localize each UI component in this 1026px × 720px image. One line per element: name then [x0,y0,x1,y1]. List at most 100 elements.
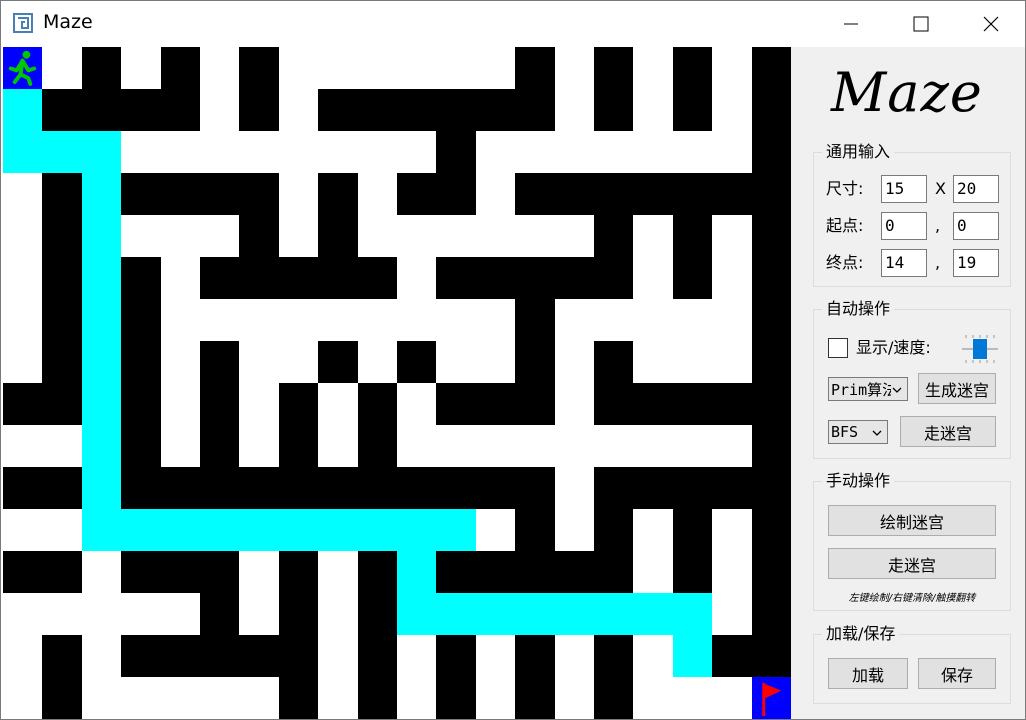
maze-cell-path[interactable] [42,509,82,551]
maze-cell-path[interactable] [397,257,436,299]
maze-cell-path[interactable] [3,173,42,215]
maze-cell-wall[interactable] [752,551,791,593]
maze-cell-path[interactable] [318,593,358,635]
maze-cell-solution[interactable] [82,215,121,257]
maze-cell-wall[interactable] [594,509,633,551]
maze-cell-path[interactable] [436,341,476,383]
maze-cell-wall[interactable] [161,89,200,131]
maze-cell-wall[interactable] [752,89,791,131]
maze-cell-wall[interactable] [121,173,161,215]
maze-cell-path[interactable] [161,593,200,635]
maze-cell-path[interactable] [358,215,397,257]
maze-cell-wall[interactable] [42,257,82,299]
maze-cell-wall[interactable] [358,677,397,719]
maze-cell-wall[interactable] [3,551,42,593]
maze-cell-solution[interactable] [397,551,436,593]
maze-cell-path[interactable] [633,677,673,719]
maze-cell-solution[interactable] [515,593,555,635]
maze-cell-path[interactable] [279,215,318,257]
maze-cell-path[interactable] [239,299,279,341]
maze-cell-solution[interactable] [436,593,476,635]
maze-cell-solution[interactable] [358,509,397,551]
maze-cell-wall[interactable] [200,593,239,635]
maze-cell-wall[interactable] [358,425,397,467]
save-button[interactable]: 保存 [918,658,996,689]
maze-cell-wall[interactable] [594,635,633,677]
maze-cell-path[interactable] [476,509,515,551]
maze-cell-wall[interactable] [42,467,82,509]
maze-cell-solution[interactable] [594,593,633,635]
maze-cell-wall[interactable] [436,551,476,593]
maze-cell-wall[interactable] [121,467,161,509]
maze-cell-path[interactable] [712,341,752,383]
maze-cell-path[interactable] [515,131,555,173]
maze-cell-path[interactable] [712,593,752,635]
maze-cell-path[interactable] [200,215,239,257]
maze-cell-path[interactable] [161,677,200,719]
maze-cell-path[interactable] [476,131,515,173]
maze-cell-wall[interactable] [436,173,476,215]
maze-cell-wall[interactable] [42,551,82,593]
maze-cell-path[interactable] [318,635,358,677]
maze-cell-wall[interactable] [594,341,633,383]
maze-cell-path[interactable] [42,425,82,467]
maze-cell-wall[interactable] [358,89,397,131]
maze-cell-wall[interactable] [594,173,633,215]
maze-cell-path[interactable] [436,215,476,257]
maze-cell-wall[interactable] [42,215,82,257]
maze-cell-path[interactable] [436,299,476,341]
maze-cell-path[interactable] [3,215,42,257]
maze-cell-solution[interactable] [121,509,161,551]
maze-cell-wall[interactable] [121,635,161,677]
maze-cell-wall[interactable] [358,635,397,677]
maze-cell-wall[interactable] [239,89,279,131]
maze-cell-path[interactable] [594,299,633,341]
maze-cell-path[interactable] [673,341,712,383]
maze-cell-path[interactable] [633,341,673,383]
maze-cell-wall[interactable] [121,299,161,341]
maze-cell-wall[interactable] [752,425,791,467]
maze-cell-path[interactable] [279,299,318,341]
maze-cell-path[interactable] [555,89,594,131]
maze-cell-path[interactable] [633,425,673,467]
speed-slider[interactable] [960,332,1000,366]
maze-cell-wall[interactable] [752,635,791,677]
maze-cell-end[interactable] [752,677,791,719]
maze-cell-wall[interactable] [358,593,397,635]
maze-cell-wall[interactable] [200,173,239,215]
maze-cell-wall[interactable] [633,467,673,509]
maze-cell-path[interactable] [712,215,752,257]
maze-cell-path[interactable] [161,299,200,341]
maze-cell-solution[interactable] [3,131,42,173]
maze-cell-path[interactable] [633,47,673,89]
maze-cell-path[interactable] [633,89,673,131]
maze-cell-path[interactable] [279,341,318,383]
maze-cell-wall[interactable] [239,635,279,677]
maze-cell-path[interactable] [200,677,239,719]
maze-cell-path[interactable] [712,551,752,593]
maze-cell-wall[interactable] [752,341,791,383]
maze-cell-path[interactable] [161,383,200,425]
maze-cell-solution[interactable] [3,89,42,131]
maze-cell-wall[interactable] [42,299,82,341]
maze-cell-wall[interactable] [752,257,791,299]
maze-cell-path[interactable] [555,47,594,89]
maze-cell-path[interactable] [712,677,752,719]
maze-cell-wall[interactable] [476,383,515,425]
maze-cell-path[interactable] [476,425,515,467]
maze-cell-wall[interactable] [239,47,279,89]
maze-cell-wall[interactable] [673,173,712,215]
maze-cell-wall[interactable] [397,173,436,215]
maze-cell-wall[interactable] [594,467,633,509]
maze-cell-path[interactable] [515,425,555,467]
maze-cell-wall[interactable] [476,467,515,509]
maze-cell-solution[interactable] [200,509,239,551]
solve-algorithm-select[interactable]: BFS [828,420,888,444]
maze-cell-path[interactable] [3,677,42,719]
maze-cell-path[interactable] [397,425,436,467]
maze-cell-wall[interactable] [515,257,555,299]
maze-cell-wall[interactable] [515,551,555,593]
maze-cell-wall[interactable] [397,89,436,131]
maze-cell-wall[interactable] [3,467,42,509]
maze-cell-path[interactable] [397,677,436,719]
